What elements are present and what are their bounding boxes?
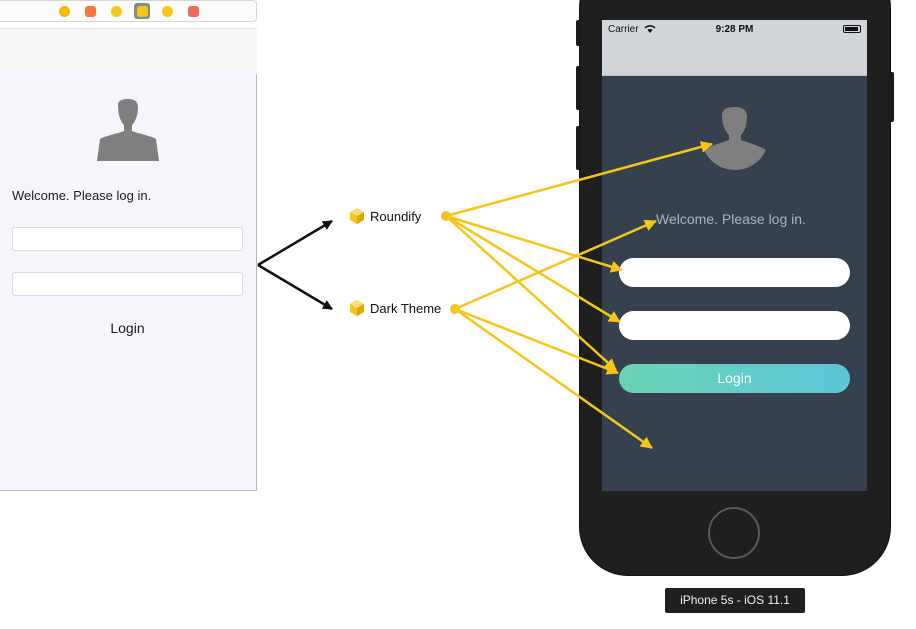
arrow-roundify-to-login	[445, 215, 617, 371]
arrow-dark-theme-to-login	[454, 307, 619, 375]
arrow-storyboard-to-roundify	[257, 219, 333, 267]
arrow-storyboard-to-dark-theme	[257, 263, 333, 311]
connection-arrows	[257, 141, 713, 450]
arrow-dark-theme-to-background	[454, 307, 653, 450]
arrow-dark-theme-to-welcome	[454, 219, 657, 311]
arrow-roundify-to-avatar	[445, 141, 713, 218]
arrow-roundify-to-username	[445, 214, 623, 273]
arrow-roundify-to-password	[445, 214, 621, 324]
